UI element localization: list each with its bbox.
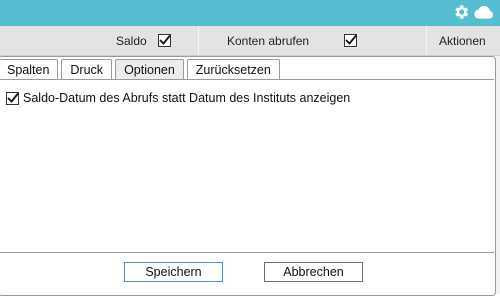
cloud-icon[interactable] bbox=[474, 3, 494, 24]
column-separator bbox=[426, 26, 427, 55]
tab-zuruecksetzen[interactable]: Zurücksetzen bbox=[186, 59, 280, 79]
tab-optionen[interactable]: Optionen bbox=[115, 59, 184, 79]
tab-druck[interactable]: Druck bbox=[61, 59, 113, 79]
saldo-datum-option[interactable]: Saldo-Datum des Abrufs statt Datum des I… bbox=[6, 91, 350, 105]
column-header-bar: Saldo Konten abrufen Aktionen bbox=[0, 26, 500, 56]
top-bar bbox=[0, 0, 500, 26]
konten-abrufen-column-header: Konten abrufen bbox=[227, 26, 358, 55]
saldo-column-checkbox[interactable] bbox=[157, 34, 171, 47]
tab-spalten[interactable]: Spalten bbox=[0, 59, 59, 79]
aktionen-column-header: Aktionen bbox=[439, 26, 486, 55]
gear-icon[interactable] bbox=[452, 3, 470, 24]
saldo-column-label: Saldo bbox=[116, 33, 147, 48]
footer-divider bbox=[0, 252, 494, 253]
top-icons bbox=[452, 3, 494, 24]
tab-divider bbox=[0, 79, 494, 80]
saldo-datum-label: Saldo-Datum des Abrufs statt Datum des I… bbox=[23, 91, 351, 105]
saldo-column-header: Saldo bbox=[116, 26, 171, 55]
konten-abrufen-checkbox[interactable] bbox=[344, 34, 358, 47]
cancel-button[interactable]: Abbrechen bbox=[264, 262, 363, 282]
save-button[interactable]: Speichern bbox=[124, 262, 223, 282]
saldo-datum-checkbox[interactable] bbox=[6, 91, 19, 105]
tab-label: Zurücksetzen bbox=[195, 62, 271, 77]
konten-abrufen-column-label: Konten abrufen bbox=[227, 33, 310, 48]
tab-label: Optionen bbox=[124, 62, 175, 77]
tab-label: Spalten bbox=[7, 62, 50, 77]
aktionen-column-label: Aktionen bbox=[439, 33, 486, 48]
settings-tabs: Spalten Druck Optionen Zurücksetzen bbox=[0, 59, 283, 79]
tab-label: Druck bbox=[70, 62, 104, 77]
column-separator bbox=[198, 26, 199, 55]
